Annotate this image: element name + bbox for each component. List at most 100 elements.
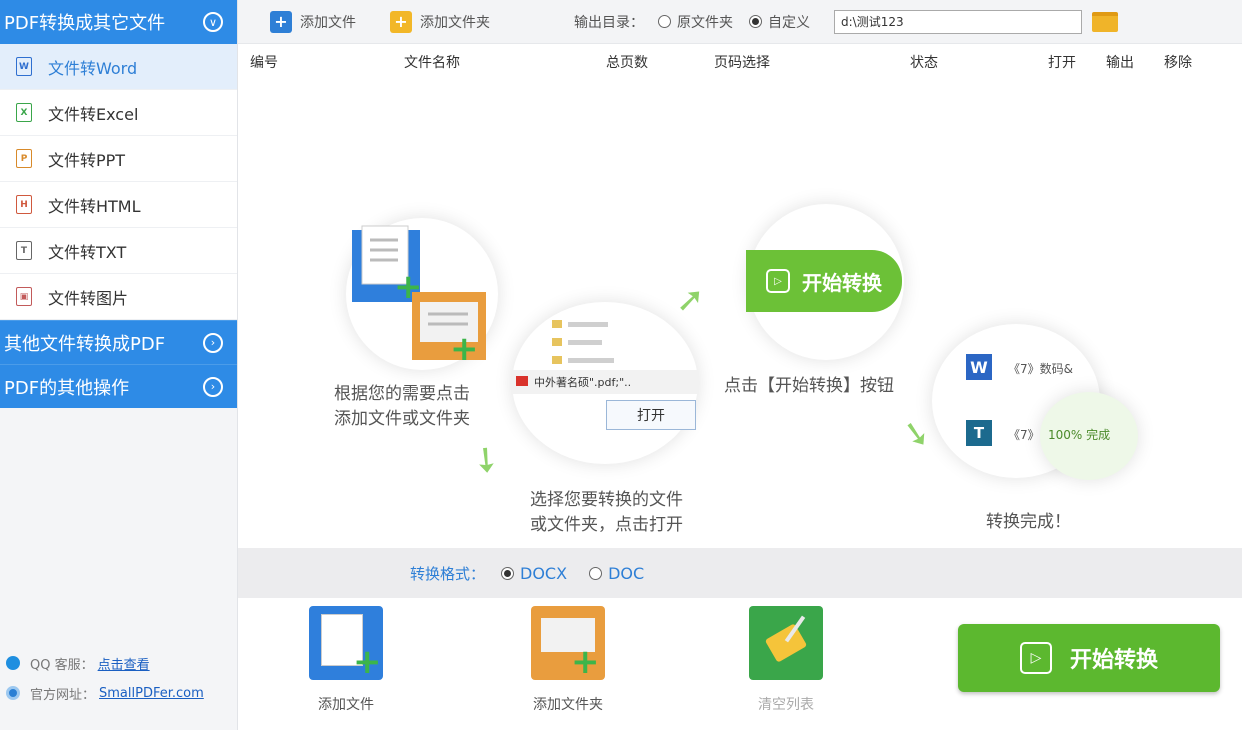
usage-guide: + + 根据您的需要点击 添加文件或文件夹 ➘ 中外著名硕".pdf;".. 打…	[238, 80, 1242, 546]
image-file-icon: ▣	[16, 287, 32, 306]
txt-icon: T	[966, 420, 992, 446]
sidebar-sub-list: W 文件转Word X 文件转Excel P 文件转PPT H 文件转HTML …	[0, 44, 237, 320]
sidebar-section-label: PDF的其他操作	[4, 377, 130, 399]
file-table-header: 编号 文件名称 总页数 页码选择 状态 打开 输出 移除	[238, 44, 1242, 80]
col-status: 状态	[910, 55, 938, 71]
sidebar-section-pdf-to-other[interactable]: PDF转换成其它文件 ∨	[0, 0, 237, 44]
arrow-down-right-icon: ➘	[898, 411, 934, 457]
format-doc-radio[interactable]: DOC	[589, 564, 644, 583]
step2-open-button: 打开	[606, 400, 696, 430]
bottom-clear-list-button[interactable]: 清空列表	[726, 606, 846, 714]
sidebar-item-word[interactable]: W 文件转Word	[0, 44, 237, 90]
radio-off-icon	[589, 566, 603, 580]
output-dir-label: 输出目录：	[574, 14, 644, 31]
sidebar-item-label: 文件转图片	[48, 288, 129, 308]
bottom-clear-list-label: 清空列表	[758, 697, 814, 713]
sidebar-item-image[interactable]: ▣ 文件转图片	[0, 274, 237, 320]
add-folder-button[interactable]: + 添加文件夹	[390, 10, 490, 33]
output-custom-label: 自定义	[768, 14, 810, 31]
step2-circle: 中外著名硕".pdf;".. 打开	[512, 302, 698, 464]
radio-on-icon	[501, 566, 515, 580]
qq-support-row: QQ 客服： 点击查看	[6, 648, 204, 678]
step3-start-illustration: ▷ 开始转换	[746, 250, 902, 312]
sidebar-item-txt[interactable]: T 文件转TXT	[0, 228, 237, 274]
output-original-label: 原文件夹	[677, 14, 733, 31]
website-label: 官方网址：	[30, 687, 96, 703]
step3-caption: 点击【开始转换】按钮	[724, 376, 894, 396]
col-page-select: 页码选择	[714, 55, 770, 71]
radio-off-icon	[658, 15, 671, 28]
qq-support-link[interactable]: 点击查看	[98, 654, 150, 673]
add-folder-icon: +	[390, 10, 412, 33]
output-original-radio[interactable]: 原文件夹	[658, 12, 733, 32]
format-label: 转换格式：	[410, 564, 486, 583]
broom-icon	[749, 606, 823, 680]
add-file-big-icon: +	[309, 606, 383, 682]
step4-caption: 转换完成！	[986, 512, 1071, 532]
word-file-icon: W	[16, 57, 32, 76]
sidebar-item-ppt[interactable]: P 文件转PPT	[0, 136, 237, 182]
step4-row2: 《7》	[1008, 428, 1040, 442]
col-pages: 总页数	[606, 55, 648, 71]
step4-progress-circle: 100% 完成	[1040, 392, 1138, 480]
app-window: PDF转换成其它文件 ∨ W 文件转Word X 文件转Excel P 文件转P…	[0, 0, 1242, 730]
start-convert-label: 开始转换	[1069, 648, 1158, 673]
sidebar-footer: QQ 客服： 点击查看 官方网址： SmallPDFer.com	[6, 648, 204, 708]
add-file-button[interactable]: + 添加文件	[270, 10, 356, 33]
sidebar: PDF转换成其它文件 ∨ W 文件转Word X 文件转Excel P 文件转P…	[0, 0, 238, 730]
sidebar-item-label: 文件转HTML	[48, 196, 141, 216]
toolbar: + 添加文件 + 添加文件夹 输出目录： 原文件夹 自定义	[238, 0, 1242, 44]
play-icon: ▷	[766, 269, 790, 293]
chevron-right-icon: ›	[203, 376, 223, 397]
output-path-input[interactable]	[834, 9, 1082, 34]
txt-file-icon: T	[16, 241, 32, 260]
sidebar-item-excel[interactable]: X 文件转Excel	[0, 90, 237, 136]
svg-text:+: +	[450, 329, 479, 369]
step3-start-label: 开始转换	[802, 270, 882, 295]
qq-icon	[6, 656, 20, 670]
chevron-down-icon: ∨	[203, 12, 223, 32]
ppt-file-icon: P	[16, 149, 32, 168]
format-docx-radio[interactable]: DOCX	[501, 564, 567, 583]
add-folder-big-icon: +	[531, 606, 605, 682]
step2-caption: 选择您要转换的文件 或文件夹，点击打开	[530, 490, 683, 535]
sidebar-item-html[interactable]: H 文件转HTML	[0, 182, 237, 228]
col-open: 打开	[1048, 55, 1076, 71]
bottom-add-folder-label: 添加文件夹	[533, 697, 603, 713]
bottom-add-file-button[interactable]: + 添加文件	[286, 606, 406, 714]
step4-progress: 100% 完成	[1048, 428, 1111, 442]
bottom-add-folder-button[interactable]: + 添加文件夹	[508, 606, 628, 714]
format-doc-label: DOC	[608, 563, 645, 583]
html-file-icon: H	[16, 195, 32, 214]
sidebar-item-label: 文件转Word	[48, 58, 138, 78]
format-docx-label: DOCX	[520, 563, 568, 583]
col-remove: 移除	[1164, 55, 1192, 71]
sidebar-item-label: 文件转Excel	[48, 104, 139, 124]
word-icon: W	[966, 354, 992, 380]
qq-label: QQ 客服：	[30, 657, 94, 673]
main-panel: + 添加文件 + 添加文件夹 输出目录： 原文件夹 自定义 编号 文件名称 总页…	[238, 0, 1242, 730]
website-row: 官方网址： SmallPDFer.com	[6, 678, 204, 708]
browse-folder-icon[interactable]	[1092, 11, 1118, 32]
sidebar-item-label: 文件转TXT	[48, 242, 127, 262]
sidebar-section-other-to-pdf[interactable]: 其他文件转换成PDF ›	[0, 320, 237, 364]
format-bar: 转换格式： DOCX DOC	[238, 548, 1242, 598]
step4-row1: 《7》数码&	[1008, 362, 1073, 376]
radio-on-icon	[749, 15, 762, 28]
browser-icon	[6, 686, 20, 700]
col-number: 编号	[250, 55, 278, 71]
chevron-right-icon: ›	[203, 332, 223, 353]
sidebar-item-label: 文件转PPT	[48, 150, 126, 170]
output-custom-radio[interactable]: 自定义	[749, 12, 810, 32]
sidebar-section-label: 其他文件转换成PDF	[4, 333, 166, 355]
website-link[interactable]: SmallPDFer.com	[99, 686, 204, 701]
bottom-action-bar: + 添加文件 + 添加文件夹 清空列表 ▷ 开始转换	[238, 598, 1242, 730]
arrow-up-right-icon: ➚	[676, 280, 705, 320]
add-file-icon: +	[270, 10, 292, 33]
sidebar-section-label: PDF转换成其它文件	[4, 13, 166, 34]
start-convert-button[interactable]: ▷ 开始转换	[958, 624, 1220, 692]
play-icon: ▷	[1019, 642, 1052, 674]
sidebar-section-pdf-other-ops[interactable]: PDF的其他操作 ›	[0, 364, 237, 408]
add-file-label: 添加文件	[300, 14, 356, 31]
excel-file-icon: X	[16, 103, 32, 122]
